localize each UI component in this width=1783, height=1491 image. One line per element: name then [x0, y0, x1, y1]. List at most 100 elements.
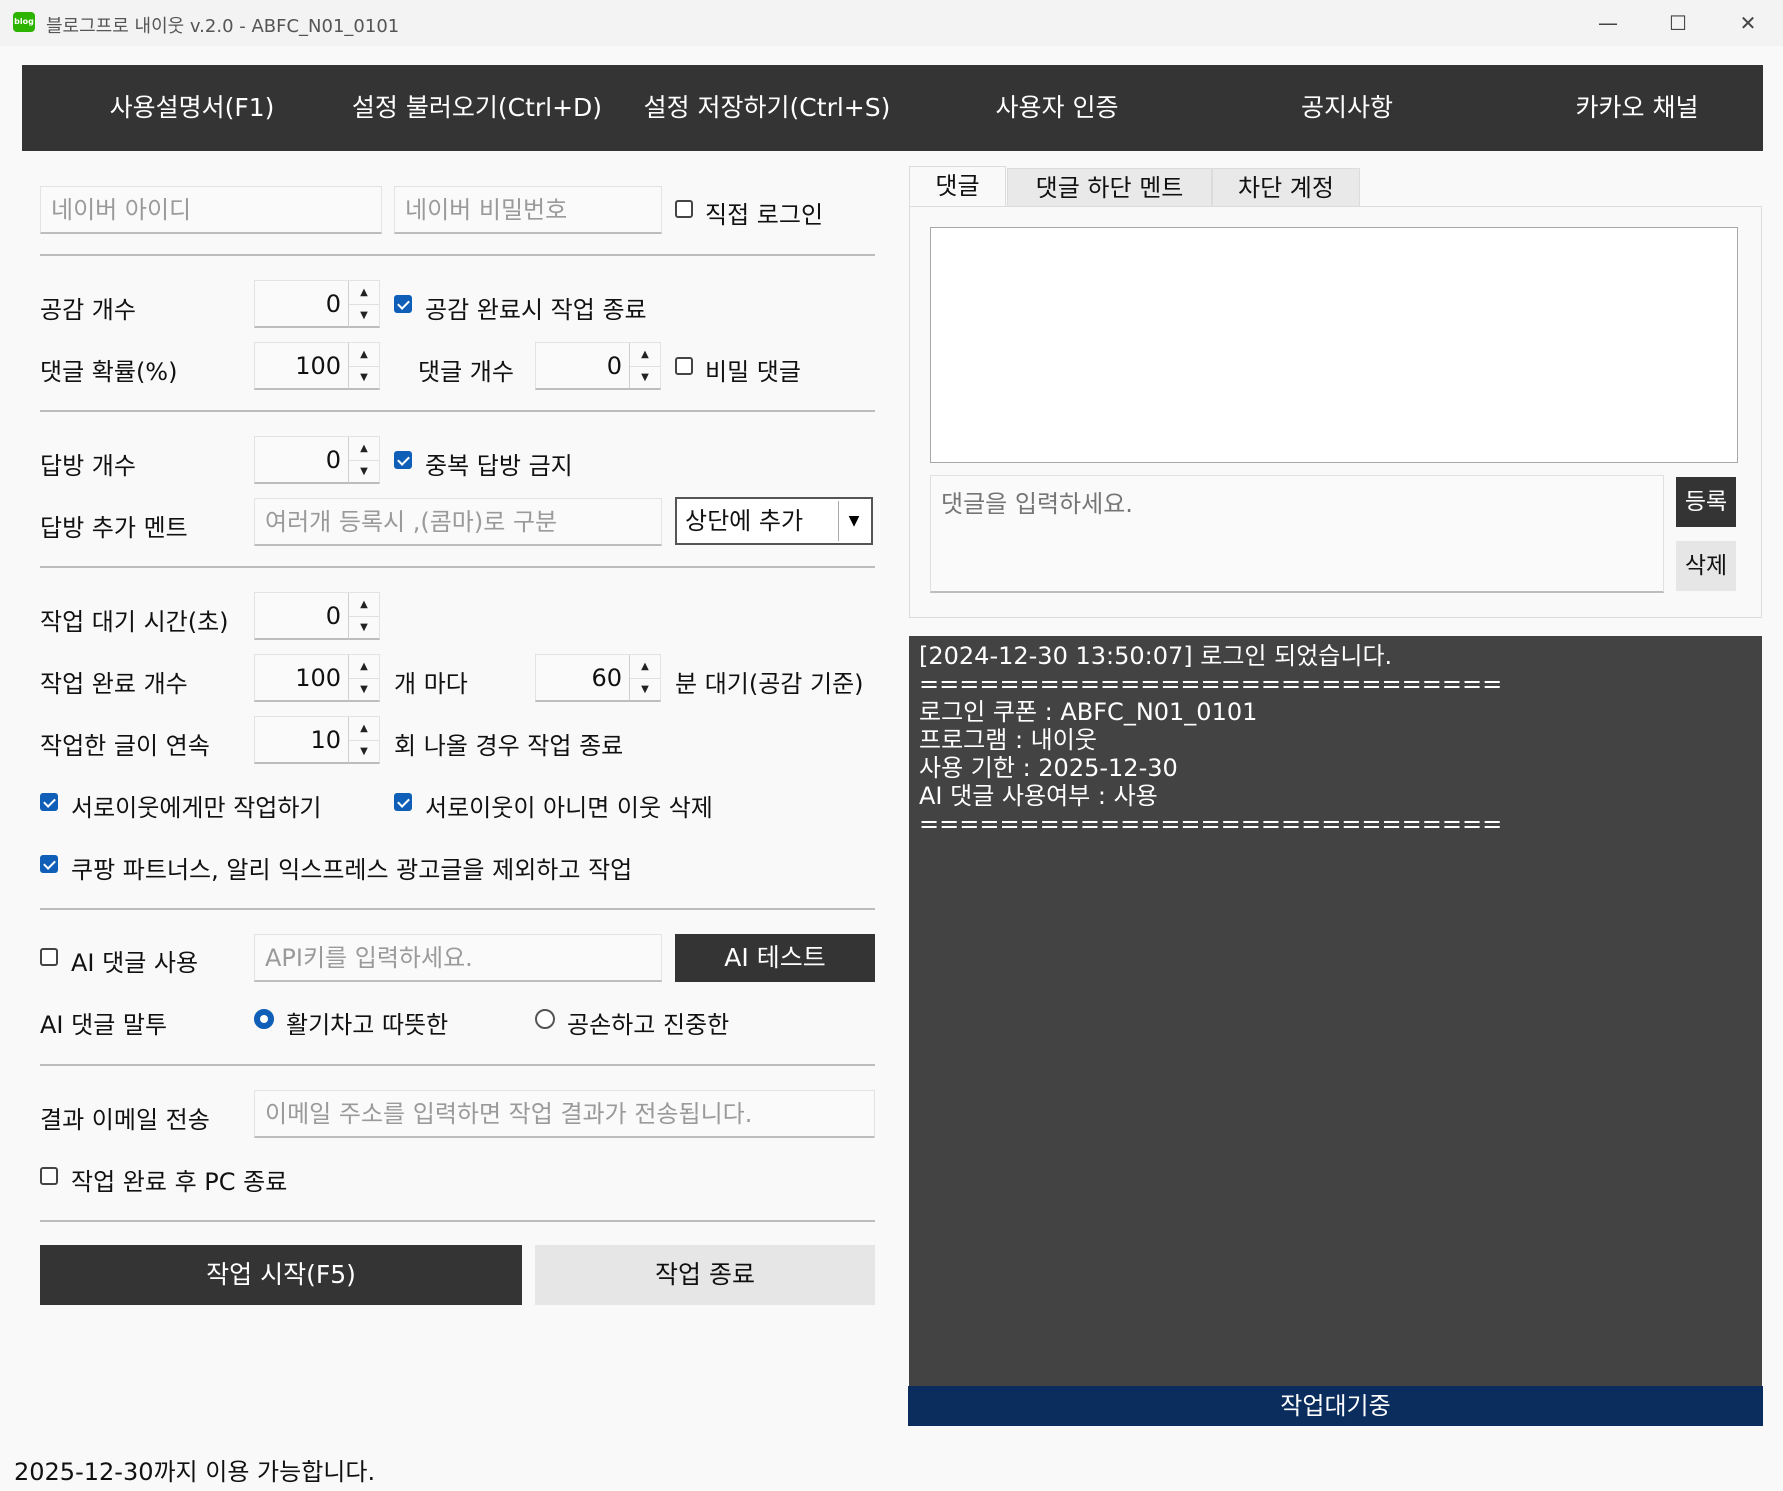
- exclude-ads-checkbox[interactable]: [40, 855, 58, 873]
- divider: [40, 908, 875, 910]
- naver-id-input[interactable]: [40, 186, 382, 234]
- visit-count-label: 답방 개수: [40, 452, 136, 480]
- tone-lively-label: 활기차고 따뜻한: [286, 1011, 449, 1039]
- delete-non-neighbor-checkbox[interactable]: [394, 793, 412, 811]
- direct-login-checkbox[interactable]: [675, 200, 693, 218]
- spin-up-icon[interactable]: ▲: [349, 437, 379, 461]
- spin-up-icon[interactable]: ▲: [349, 717, 379, 741]
- email-label: 결과 이메일 전송: [40, 1106, 210, 1134]
- done-count-value: 100: [295, 664, 341, 692]
- menu-manual[interactable]: 사용설명서(F1): [72, 65, 312, 151]
- comment-probability-stepper[interactable]: 100 ▲ ▼: [254, 342, 380, 390]
- tab-comment-footer[interactable]: 댓글 하단 멘트: [1007, 168, 1212, 206]
- divider: [40, 1220, 875, 1222]
- status-bar: 작업대기중: [908, 1386, 1763, 1426]
- spin-up-icon[interactable]: ▲: [349, 655, 379, 679]
- visit-count-stepper[interactable]: 0 ▲ ▼: [254, 436, 380, 484]
- window-title: 블로그프로 내이웃 v.2.0 - ABFC_N01_0101: [46, 16, 400, 37]
- tab-blocked-accounts[interactable]: 차단 계정: [1212, 168, 1360, 206]
- stop-on-like-complete-label: 공감 완료시 작업 종료: [425, 296, 647, 324]
- close-icon[interactable]: ✕: [1713, 0, 1783, 46]
- spin-down-icon[interactable]: ▼: [349, 304, 379, 327]
- menu-load-settings[interactable]: 설정 불러오기(Ctrl+D): [332, 65, 622, 151]
- like-count-stepper[interactable]: 0 ▲ ▼: [254, 280, 380, 328]
- spin-up-icon[interactable]: ▲: [349, 593, 379, 617]
- menu-bar: 사용설명서(F1) 설정 불러오기(Ctrl+D) 설정 저장하기(Ctrl+S…: [22, 65, 1763, 151]
- no-duplicate-visit-checkbox[interactable]: [394, 451, 412, 469]
- exclude-ads-label: 쿠팡 파트너스, 알리 익스프레스 광고글을 제외하고 작업: [71, 856, 633, 884]
- neighbor-only-checkbox[interactable]: [40, 793, 58, 811]
- expiry-footer: 2025-12-30까지 이용 가능합니다.: [14, 1458, 376, 1486]
- ai-test-button[interactable]: AI 테스트: [675, 934, 875, 982]
- spin-down-icon[interactable]: ▼: [349, 678, 379, 701]
- work-wait-stepper[interactable]: 0 ▲ ▼: [254, 592, 380, 640]
- start-work-button[interactable]: 작업 시작(F5): [40, 1245, 522, 1305]
- every-label: 개 마다: [394, 670, 468, 698]
- spin-down-icon[interactable]: ▼: [349, 616, 379, 639]
- like-count-value: 0: [325, 290, 341, 318]
- spin-up-icon[interactable]: ▲: [630, 343, 660, 367]
- comment-input[interactable]: [930, 475, 1664, 593]
- maximize-icon[interactable]: ☐: [1643, 0, 1713, 46]
- secret-comment-checkbox[interactable]: [675, 357, 693, 375]
- spin-up-icon[interactable]: ▲: [630, 655, 660, 679]
- ment-position-select[interactable]: 상단에 추가 ▼: [675, 497, 873, 545]
- comment-count-stepper[interactable]: 0 ▲ ▼: [535, 342, 661, 390]
- repeat-suffix-label: 회 나올 경우 작업 종료: [394, 732, 624, 760]
- comment-probability-label: 댓글 확률(%): [40, 358, 178, 386]
- register-comment-button[interactable]: 등록: [1676, 477, 1736, 527]
- done-count-stepper[interactable]: 100 ▲ ▼: [254, 654, 380, 702]
- delete-non-neighbor-label: 서로이웃이 아니면 이웃 삭제: [425, 794, 713, 822]
- stop-work-button[interactable]: 작업 종료: [535, 1245, 875, 1305]
- tab-comment[interactable]: 댓글: [909, 166, 1006, 208]
- ai-comment-label: AI 댓글 사용: [71, 949, 199, 977]
- spin-up-icon[interactable]: ▲: [349, 343, 379, 367]
- chevron-down-icon[interactable]: ▼: [838, 501, 869, 541]
- spin-down-icon[interactable]: ▼: [630, 678, 660, 701]
- spin-down-icon[interactable]: ▼: [349, 460, 379, 483]
- spin-down-icon[interactable]: ▼: [349, 740, 379, 763]
- wait-minutes-label: 분 대기(공감 기준): [675, 670, 864, 698]
- delete-comment-button[interactable]: 삭제: [1676, 541, 1736, 591]
- tone-lively-radio[interactable]: [254, 1009, 274, 1029]
- log-line: [2024-12-30 13:50:07] 로그인 되었습니다.: [919, 642, 1393, 670]
- shutdown-pc-checkbox[interactable]: [40, 1167, 58, 1185]
- log-line: =============================: [919, 670, 1503, 698]
- spin-down-icon[interactable]: ▼: [349, 366, 379, 389]
- log-line: 사용 기한 : 2025-12-30: [919, 754, 1178, 782]
- menu-kakao-channel[interactable]: 카카오 채널: [1502, 65, 1772, 151]
- menu-save-settings[interactable]: 설정 저장하기(Ctrl+S): [622, 65, 912, 151]
- comment-list[interactable]: [930, 227, 1738, 463]
- repeat-value: 10: [310, 726, 341, 754]
- stop-on-like-complete-checkbox[interactable]: [394, 295, 412, 313]
- log-line: 프로그램 : 내이웃: [919, 726, 1097, 754]
- comment-count-label: 댓글 개수: [418, 358, 514, 386]
- secret-comment-label: 비밀 댓글: [705, 358, 801, 386]
- comment-probability-value: 100: [295, 352, 341, 380]
- menu-notice[interactable]: 공지사항: [1212, 65, 1482, 151]
- divider: [40, 254, 875, 256]
- minimize-icon[interactable]: —: [1573, 0, 1643, 46]
- log-line: =============================: [919, 810, 1503, 838]
- log-line: AI 댓글 사용여부 : 사용: [919, 782, 1158, 810]
- work-wait-value: 0: [325, 602, 341, 630]
- log-line: 로그인 쿠폰 : ABFC_N01_0101: [919, 698, 1258, 726]
- main-window: blog 블로그프로 내이웃 v.2.0 - ABFC_N01_0101 — ☐…: [0, 0, 1783, 1491]
- wait-minutes-value: 60: [591, 664, 622, 692]
- spin-down-icon[interactable]: ▼: [630, 366, 660, 389]
- spin-up-icon[interactable]: ▲: [349, 281, 379, 305]
- like-count-label: 공감 개수: [40, 296, 136, 324]
- api-key-input[interactable]: [254, 934, 662, 982]
- repeat-stepper[interactable]: 10 ▲ ▼: [254, 716, 380, 764]
- ai-comment-checkbox[interactable]: [40, 948, 58, 966]
- tone-polite-label: 공손하고 진중한: [567, 1011, 730, 1039]
- menu-user-auth[interactable]: 사용자 인증: [922, 65, 1192, 151]
- naver-password-input[interactable]: [394, 186, 662, 234]
- ment-position-value: 상단에 추가: [685, 507, 804, 535]
- tone-polite-radio[interactable]: [535, 1009, 555, 1029]
- no-duplicate-visit-label: 중복 답방 금지: [425, 452, 573, 480]
- visit-extra-ment-input[interactable]: [254, 498, 662, 546]
- email-input[interactable]: [254, 1090, 875, 1138]
- wait-minutes-stepper[interactable]: 60 ▲ ▼: [535, 654, 661, 702]
- divider: [40, 1064, 875, 1066]
